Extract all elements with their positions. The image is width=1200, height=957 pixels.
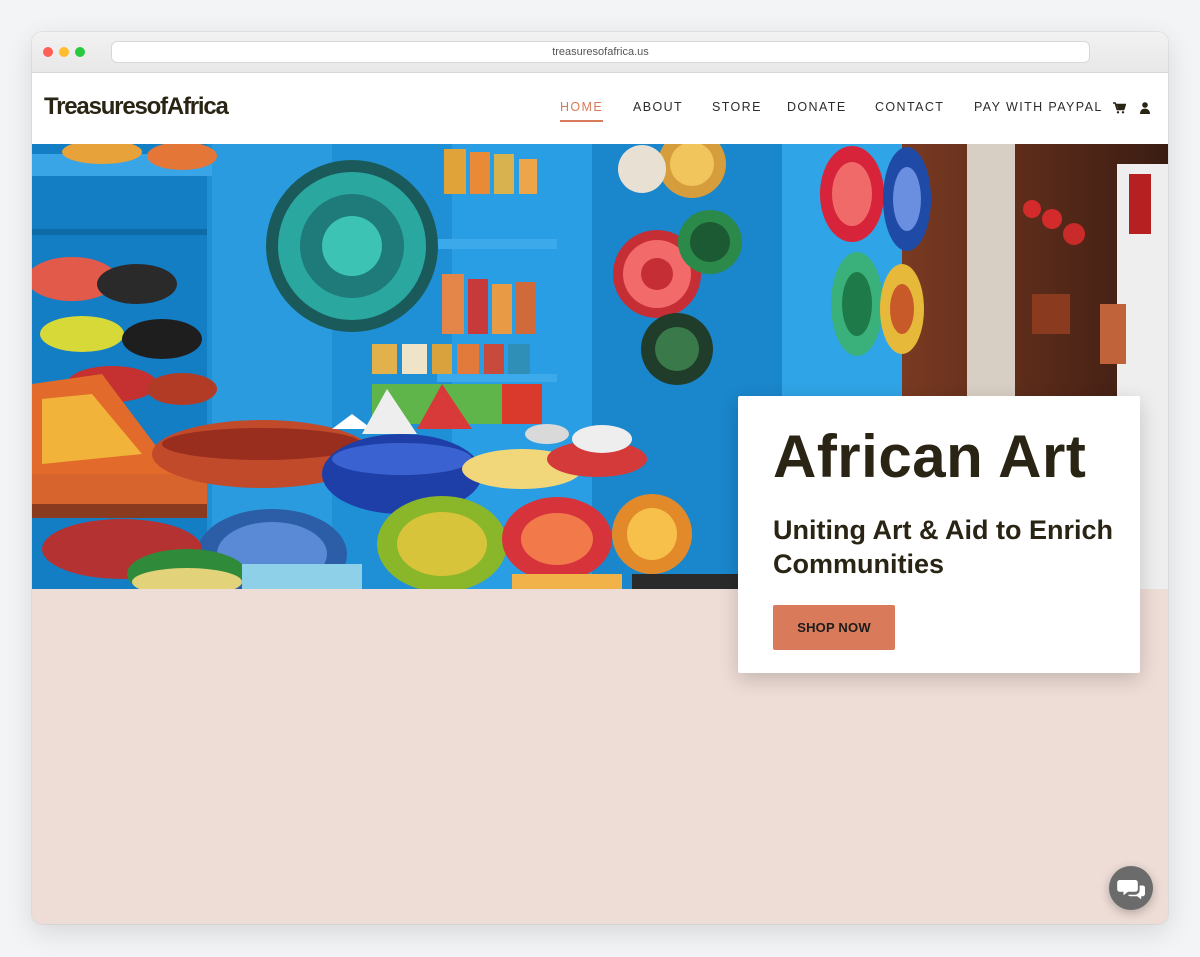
nav-home[interactable]: HOME <box>560 100 604 122</box>
maximize-window-button[interactable] <box>75 47 85 57</box>
nav-store[interactable]: STORE <box>712 100 762 114</box>
chat-button[interactable] <box>1109 866 1153 910</box>
nav-about[interactable]: ABOUT <box>633 100 683 114</box>
minimize-window-button[interactable] <box>59 47 69 57</box>
nav-donate[interactable]: DONATE <box>787 100 847 114</box>
hero-subtitle: Uniting Art & Aid to Enrich Communities <box>773 515 1113 579</box>
site-header: TreasuresofAfrica HOME ABOUT STORE DONAT… <box>32 73 1168 144</box>
chat-bubbles-icon <box>1117 880 1145 900</box>
browser-window: treasuresofafrica.us TreasuresofAfrica H… <box>32 32 1168 924</box>
nav-contact[interactable]: CONTACT <box>875 100 944 114</box>
close-window-button[interactable] <box>43 47 53 57</box>
hero-card: African Art Uniting Art & Aid to Enrich … <box>738 396 1140 673</box>
cart-icon[interactable] <box>1113 102 1126 114</box>
user-icon[interactable] <box>1140 102 1150 114</box>
shop-now-button[interactable]: SHOP NOW <box>773 605 895 650</box>
browser-chrome: treasuresofafrica.us <box>32 32 1168 73</box>
hero-title: African Art <box>773 423 1087 490</box>
nav-pay-with-paypal[interactable]: PAY WITH PAYPAL <box>974 100 1103 114</box>
main-nav: HOME ABOUT STORE DONATE CONTACT PAY WITH… <box>32 100 1168 122</box>
address-bar[interactable]: treasuresofafrica.us <box>111 41 1090 63</box>
